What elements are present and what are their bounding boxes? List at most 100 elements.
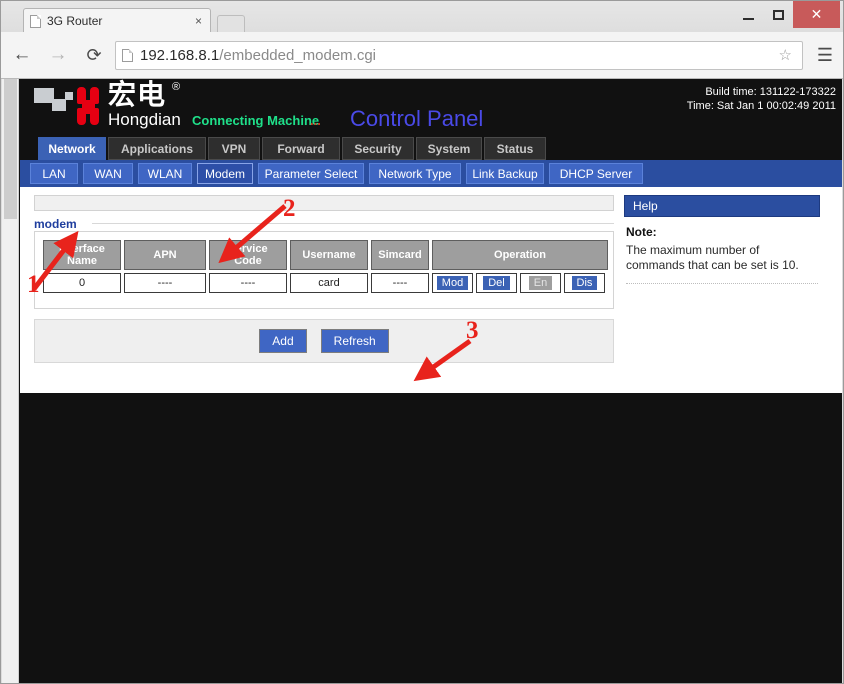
router-admin-page: 宏电 ® Hongdian Connecting Machine ... Con… [20, 79, 842, 683]
column-header: Interface Name [43, 240, 121, 270]
hongdian-logo-icon [32, 84, 99, 129]
operation-del-button[interactable]: Del [483, 276, 510, 290]
main-tab-vpn[interactable]: VPN [208, 137, 260, 160]
main-tab-status[interactable]: Status [484, 137, 546, 160]
browser-tab-3g-router[interactable]: 3G Router × [23, 8, 211, 33]
operation-en-button: En [528, 276, 553, 290]
help-note-label: Note: [626, 225, 657, 239]
main-tab-applications[interactable]: Applications [108, 137, 206, 160]
address-bar[interactable]: 192.168.8.1/embedded_modem.cgi ☆ [115, 40, 803, 70]
sub-tab-dhcp-server[interactable]: DHCP Server [549, 163, 643, 184]
column-header: Service Code [209, 240, 287, 270]
main-tab-forward[interactable]: Forward [262, 137, 340, 160]
add-button[interactable]: Add [259, 329, 307, 353]
content-top-strip [34, 195, 614, 211]
modem-table-panel: Interface Name APN Service Code Username Sim… [34, 231, 614, 309]
address-bar-text: 192.168.8.1/embedded_modem.cgi [140, 47, 775, 64]
sub-tab-lan[interactable]: LAN [30, 163, 78, 184]
sub-tab-label: Parameter Select [264, 166, 358, 181]
content-left-column [34, 195, 614, 211]
sub-tab-label: WAN [94, 166, 122, 181]
browser-menu-icon[interactable]: ☰ [811, 45, 839, 66]
sub-tab-label: Modem [204, 166, 245, 181]
forward-icon[interactable]: → [43, 40, 73, 70]
page-scrollbar[interactable] [2, 79, 19, 683]
brand-slogan: Connecting Machine [192, 113, 320, 128]
operation-cell: Del [476, 273, 517, 293]
sub-tab-label: DHCP Server [559, 166, 633, 181]
sub-tab-parameter-select[interactable]: Parameter Select [258, 163, 364, 184]
cell-simcard: ---- [371, 273, 429, 293]
operation-cell: Dis [564, 273, 605, 293]
browser-titlebar: 3G Router × ✕ [1, 1, 843, 33]
main-tab-label: Network [48, 141, 96, 156]
main-tab-network[interactable]: Network [38, 137, 106, 160]
annotation-number-2: 2 [283, 195, 296, 222]
section-divider [92, 223, 614, 224]
help-panel: Help Note: The maximum number of command… [624, 195, 820, 290]
main-tab-label: Security [354, 141, 402, 156]
main-tab-label: System [427, 141, 471, 156]
sub-tab-label: WLAN [147, 166, 183, 181]
browser-tab-title: 3G Router [47, 14, 103, 28]
column-header: Simcard [371, 240, 429, 270]
bookmark-star-icon[interactable]: ☆ [775, 46, 796, 64]
back-icon[interactable]: ← [7, 40, 37, 70]
cell-operations: Mod Del En Dis [432, 273, 608, 293]
content-area: modem Interface Name APN Service Code Usern… [20, 187, 842, 393]
annotation-number-3: 3 [466, 317, 479, 344]
cell-service-code: ---- [209, 273, 287, 293]
section-title: modem [34, 217, 77, 231]
main-tab-label: Forward [277, 141, 325, 156]
help-note-text: The maximum number of commands that can … [626, 243, 799, 272]
maximize-button[interactable] [763, 3, 793, 27]
action-bar: Add Refresh [34, 319, 614, 363]
page-title: Control Panel [350, 106, 484, 131]
sub-tab-bar: LAN WAN WLAN Modem Parameter Select Network T… [20, 160, 842, 187]
help-panel-body: Note: The maximum number of commands tha… [624, 217, 820, 290]
sub-tab-label: LAN [42, 166, 66, 181]
operation-cell: En [520, 273, 561, 293]
minimize-button[interactable] [733, 3, 763, 27]
sub-tab-link-backup[interactable]: Link Backup [466, 163, 544, 184]
brand-slogan-dots: ... [310, 113, 321, 128]
main-tab-label: Status [496, 141, 534, 156]
column-header: Operation [432, 240, 608, 270]
sub-tab-modem[interactable]: Modem [197, 163, 253, 184]
main-tab-bar: Network Applications VPN Forward Security Sys… [20, 137, 842, 160]
sub-tab-wan[interactable]: WAN [83, 163, 133, 184]
sub-tab-wlan[interactable]: WLAN [138, 163, 192, 184]
operation-cell: Mod [432, 273, 473, 293]
cell-interface-name: 0 [43, 273, 121, 293]
browser-toolbar: ← → ⟳ 192.168.8.1/embedded_modem.cgi ☆ ☰ [1, 32, 843, 79]
window-controls: ✕ [733, 1, 840, 28]
new-tab-button[interactable] [217, 15, 245, 33]
main-tab-label: VPN [221, 141, 247, 156]
system-time: Time: Sat Jan 1 00:02:49 2011 [686, 100, 836, 112]
brand-name-en: Hongdian [108, 110, 181, 129]
sub-tab-network-type[interactable]: Network Type [369, 163, 461, 184]
reload-icon[interactable]: ⟳ [79, 40, 109, 70]
build-time: Build time: 131122-173322 [705, 86, 836, 98]
refresh-button[interactable]: Refresh [320, 329, 389, 353]
close-tab-icon[interactable]: × [193, 14, 204, 28]
help-divider [626, 283, 818, 284]
brand-name-cn: 宏电 [108, 79, 167, 111]
main-tab-security[interactable]: Security [342, 137, 414, 160]
operation-mod-button[interactable]: Mod [436, 276, 469, 290]
cell-apn: ---- [124, 273, 206, 293]
browser-window: 3G Router × ✕ ← → ⟳ 192.168.8.1/embedded… [0, 0, 844, 684]
table-row: 0 ---- ---- card ---- Mod Del En Dis [43, 273, 608, 293]
registered-trademark-icon: ® [172, 81, 181, 93]
main-tab-system[interactable]: System [416, 137, 482, 160]
page-info-icon [122, 48, 133, 62]
page-icon [30, 14, 41, 28]
url-host: 192.168.8.1 [140, 46, 220, 64]
scrollbar-thumb[interactable] [4, 79, 17, 219]
brand-header: 宏电 ® Hongdian Connecting Machine ... Con… [20, 79, 842, 137]
modem-table: Interface Name APN Service Code Username Sim… [40, 237, 611, 296]
help-panel-title: Help [624, 195, 820, 217]
close-window-button[interactable]: ✕ [793, 1, 840, 28]
operation-dis-button[interactable]: Dis [571, 276, 598, 290]
sub-tab-label: Network Type [378, 166, 452, 181]
